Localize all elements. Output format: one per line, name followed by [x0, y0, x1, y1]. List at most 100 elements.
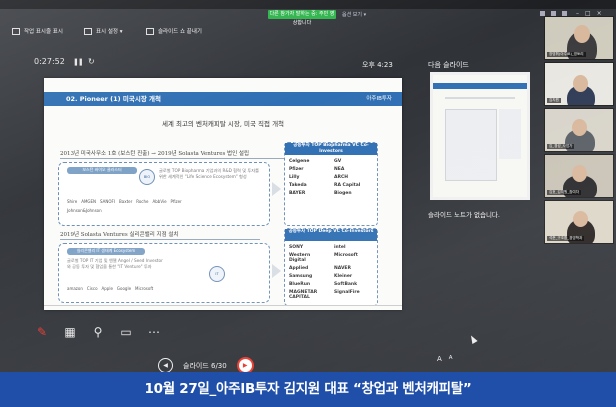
investor-logo: Microsoft: [334, 253, 358, 258]
next-slide-header: [433, 83, 527, 89]
zoom-icon[interactable]: ⚲: [90, 324, 106, 340]
it-logo: Google: [116, 286, 132, 291]
pharma-logo: Johnson&Johnson: [67, 208, 102, 213]
section-title-siliconvalley: 2019년 Solasta Ventures 실리콘밸리 지점 설치: [60, 232, 179, 238]
font-size-controls: A A: [437, 355, 453, 363]
investor-logo: Biogen: [334, 191, 352, 196]
presenter-toolbar: 작업 표시줄 표시 표시 설정 ▾ 슬라이드 쇼 끝내기: [0, 23, 540, 41]
next-slide-table: [445, 109, 497, 181]
pharma-logo-row: Shire AMGEN SANOFI Baxter Roche AbbVie P…: [67, 199, 187, 213]
investor-logo: Western Digital: [289, 253, 311, 263]
font-smaller-button[interactable]: A: [449, 355, 453, 363]
next-slide-heading: 다음 슬라이드: [428, 61, 469, 69]
next-slide-preview[interactable]: [430, 72, 530, 200]
it-logo: Microsoft: [135, 286, 154, 291]
more-options-icon[interactable]: ⋯: [146, 324, 162, 340]
pen-icon[interactable]: ✎: [34, 324, 50, 340]
view-options[interactable]: 옵션 보기 ▾: [342, 11, 366, 18]
participant-name: 장영휘(아주IB)_영토리: [547, 52, 586, 57]
participant-tile[interactable]: 김_경성_사업가: [544, 108, 614, 152]
arrow-right-icon: [272, 264, 281, 278]
previous-slide-icon[interactable]: ◀: [158, 358, 173, 372]
section-divider: [60, 239, 260, 240]
section-divider: [60, 158, 290, 159]
deep-vc-investors-box: 공동투자 TOP Deep VC Co-Investors SONY intel…: [284, 228, 378, 306]
investor-logo: SONY: [289, 245, 304, 250]
end-show-icon: [146, 27, 154, 35]
investor-logo: Samsung: [289, 274, 313, 279]
pharma-logo: AMGEN: [81, 199, 97, 204]
all-slides-icon[interactable]: ▦: [62, 324, 78, 340]
pharma-logo: Pfizer: [170, 199, 182, 204]
participant-tile[interactable]: 김지원: [544, 62, 614, 106]
participant-tile[interactable]: 장영휘(아주IB)_영토리: [544, 16, 614, 60]
pause-icon[interactable]: ❚❚: [73, 58, 84, 66]
end-slideshow-button[interactable]: 슬라이드 쇼 끝내기: [146, 27, 202, 35]
current-slide[interactable]: 02. Pioneer (1) 미국시장 개척 아주IB투자 세계 최고의 벤처…: [44, 78, 402, 310]
reset-timer-icon[interactable]: ↻: [88, 57, 95, 66]
deep-vc-investors-title: 공동투자 TOP Deep VC Co-Investors: [285, 229, 377, 241]
presenter-tools: ✎ ▦ ⚲ ▭ ⋯: [34, 324, 162, 340]
presenter-screen: 다른 참가자 말하는 중: 주민 영상합니다 옵션 보기 ▾ – □ × 작업 …: [0, 0, 616, 372]
slide-navigation: ◀ 슬라이드 6/30 ▶: [158, 357, 254, 372]
pharma-logo: SANOFI: [100, 199, 115, 204]
investor-logo: GV: [334, 159, 342, 164]
pharma-logo: AbbVie: [152, 199, 167, 204]
person-face: [573, 75, 588, 92]
person-face: [572, 119, 587, 136]
show-taskbar-button[interactable]: 작업 표시줄 표시: [12, 27, 63, 35]
investor-logo: Lilly: [289, 175, 300, 180]
photo-caption: 10월 27일_아주IB투자 김지원 대표 “창업과 벤처캐피탈”: [0, 372, 616, 407]
current-time: 오후 4:23: [362, 61, 393, 69]
slide-headline: 세계 최고의 벤처캐피탈 시장, 미국 직접 개척: [161, 120, 285, 128]
person-face: [573, 211, 588, 227]
investor-logo: MAGNETAR CAPITAL: [289, 290, 318, 300]
investor-logo: NEA: [334, 167, 345, 172]
mouse-cursor-icon: [468, 334, 478, 344]
next-slide-line: [445, 97, 515, 99]
pharma-logo: Roche: [136, 199, 149, 204]
it-logo-row: amazon Cisco Apple Google Microsoft: [67, 286, 153, 291]
boston-cluster-box: 보스턴 바이오 클러스터 BIO 글로벌 TOP Biopharma 기업과의 …: [58, 162, 270, 226]
display-icon: [84, 27, 92, 35]
pharma-logo: Baxter: [119, 199, 133, 204]
company-logo: 아주IB투자: [366, 96, 392, 102]
boston-cluster-pill: 보스턴 바이오 클러스터: [67, 167, 137, 174]
investor-logo: ARCH: [334, 175, 349, 180]
screen-share-icon[interactable]: ▭: [118, 324, 134, 340]
person-face: [574, 25, 590, 43]
section-title-boston: 2013년 미국사무소 1호 (보스턴 진출) → 2019년 Solasta …: [60, 151, 250, 157]
slide-footer-line: [44, 305, 402, 306]
meeting-status-tag[interactable]: 다른 참가자 말하는 중: 주민 영상합니다: [268, 10, 336, 26]
font-larger-button[interactable]: A: [437, 355, 442, 363]
investor-logo: BlueRun: [289, 282, 311, 287]
participant-tile[interactable]: 김호_김지원_참여자: [544, 154, 614, 198]
participant-name: 김호_김지원_참여자: [547, 190, 582, 195]
next-slide-icon[interactable]: ▶: [236, 357, 254, 372]
taskbar-icon: [12, 27, 20, 35]
investor-logo: Pfizer: [289, 167, 304, 172]
investor-logo: intel: [334, 245, 346, 250]
deep-vc-investor-logos: SONY intel Western Digital Microsoft App…: [289, 245, 373, 300]
it-logo: Cisco: [86, 286, 98, 291]
participant-name: 김_경성_사업가: [547, 144, 575, 149]
investor-logo: Celgene: [289, 159, 310, 164]
slide-header-bar: 02. Pioneer (1) 미국시장 개척 아주IB투자: [44, 92, 402, 106]
display-settings-button[interactable]: 표시 설정 ▾: [84, 27, 123, 35]
investor-logo: NAVER: [334, 266, 351, 271]
elapsed-timer: 0:27:52: [34, 57, 65, 66]
participant-tile[interactable]: 석준_구조환_경영학과: [544, 200, 614, 244]
badge-icon: BIO: [139, 169, 155, 185]
screen-bezel: [0, 0, 616, 9]
investor-logo: BAYER: [289, 191, 306, 196]
slide-counter: 슬라이드 6/30: [183, 361, 227, 370]
arrow-right-icon: [272, 182, 281, 196]
badge-icon: IT: [209, 266, 225, 282]
silicon-valley-box: 실리콘밸리 IT 생태계 Ecosystem 글로벌 TOP IT 기업 및 엔…: [58, 243, 270, 303]
boston-description: 글로벌 TOP Biopharma 기업과의 R&D 협력 및 투자를 위한 세…: [159, 168, 259, 179]
next-slide-block: [499, 109, 521, 159]
biopharma-investors-box: 공동투자 TOP Biopharma VC Co-Investors Celge…: [284, 142, 378, 226]
investor-logo: RA Capital: [334, 183, 361, 188]
silicon-valley-description: 글로벌 TOP IT 기업 및 엔젤 Angel / Seed Investor…: [67, 258, 163, 269]
investor-logo: Applied: [289, 266, 309, 271]
